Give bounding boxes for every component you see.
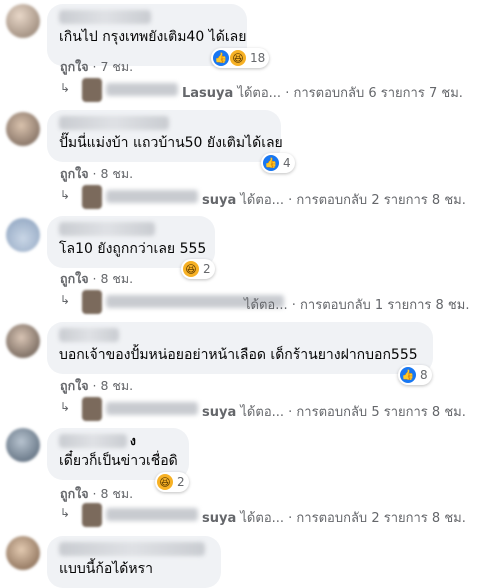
reply-verb: ได้ตอ...	[240, 511, 285, 526]
reply-avatar	[82, 185, 102, 209]
like-button[interactable]: ถูกใจ	[60, 378, 89, 393]
comment-author-fragment: ง	[130, 433, 136, 448]
comment-text: เกินไป กรุงเทพยังเติม40 ได้เลย	[59, 29, 247, 45]
like-icon: 👍	[213, 50, 229, 66]
comment-time[interactable]: 8 ชม.	[101, 271, 134, 286]
reply-avatar	[82, 503, 102, 527]
haha-icon: 😆	[157, 474, 173, 490]
reaction-summary[interactable]: 😆 2	[181, 259, 215, 279]
reply-author-fragment: Lasuya	[182, 86, 234, 101]
reply-time: 8 ชม.	[431, 193, 466, 208]
comment-author-name[interactable]	[59, 328, 119, 342]
reply-verb: ได้ตอ...	[244, 298, 288, 313]
comment-actions: ถูกใจ · 8 ชม.	[60, 166, 134, 181]
like-button[interactable]: ถูกใจ	[60, 59, 89, 74]
comment-bubble: ปั๊มนี่แม่งบ้า แถวบ้าน50 ยังเติมได้เลย	[47, 110, 283, 162]
comment-actions: ถูกใจ · 7 ชม.	[60, 59, 134, 74]
reply-author-name	[106, 190, 198, 203]
reaction-summary[interactable]: 😆 2	[155, 472, 189, 492]
reply-avatar	[82, 290, 102, 314]
reaction-count: 4	[283, 156, 291, 170]
reply-time: 7 ชม.	[428, 86, 463, 101]
reply-arrow-icon: ↳	[60, 506, 71, 520]
comment-text: โล10 ยังถูกกว่าเลย 555	[59, 241, 207, 257]
comment-text: เดี๋ยวก็เป็นข่าวเชื่อดิ	[59, 453, 178, 469]
replies-link[interactable]: ↳ suya ได้ตอ... · การตอบกลับ 5 รายการ 8 …	[60, 397, 487, 421]
like-button[interactable]: ถูกใจ	[60, 271, 89, 286]
reaction-summary[interactable]: 👍 8	[398, 365, 432, 385]
like-button[interactable]: ถูกใจ	[60, 166, 89, 181]
reply-verb: ได้ตอ...	[237, 86, 282, 101]
reply-arrow-icon: ↳	[60, 188, 71, 202]
reply-verb: ได้ตอ...	[240, 193, 285, 208]
comment-text: ปั๊มนี่แม่งบ้า แถวบ้าน50 ยังเติมได้เลย	[59, 135, 283, 151]
comment-time[interactable]: 8 ชม.	[101, 166, 134, 181]
comment-author-name[interactable]	[59, 10, 151, 24]
comment-time[interactable]: 8 ชม.	[101, 378, 134, 393]
reply-summary: · การตอบกลับ 5 รายการ	[288, 405, 428, 420]
comment-author-name[interactable]	[59, 116, 169, 130]
comment-actions: ถูกใจ · 8 ชม.	[60, 271, 134, 286]
avatar[interactable]	[6, 324, 40, 358]
comment-actions: ถูกใจ · 8 ชม.	[60, 486, 134, 501]
reaction-count: 2	[177, 475, 185, 489]
comment-actions: ถูกใจ · 8 ชม.	[60, 378, 134, 393]
reaction-summary[interactable]: 👍 😆 18	[211, 48, 270, 68]
reply-author-name	[106, 83, 178, 96]
reply-author-name	[106, 402, 198, 415]
reply-author-fragment: suya	[202, 193, 237, 208]
haha-icon: 😆	[183, 261, 199, 277]
reply-summary: · การตอบกลับ 1 รายการ	[291, 298, 432, 313]
reply-summary: · การตอบกลับ 2 รายการ	[288, 511, 428, 526]
reaction-count: 8	[420, 368, 428, 382]
like-button[interactable]: ถูกใจ	[60, 486, 89, 501]
replies-link[interactable]: ↳ suya ได้ตอ... · การตอบกลับ 2 รายการ 8 …	[60, 185, 487, 209]
haha-icon: 😆	[230, 50, 246, 66]
like-icon: 👍	[400, 367, 416, 383]
avatar[interactable]	[6, 4, 40, 38]
reply-time: 8 ชม.	[431, 511, 466, 526]
reply-author-name	[106, 508, 198, 521]
comment-text: แบบนี้ก้อได้หรา	[59, 561, 153, 577]
reaction-summary[interactable]: 👍 4	[261, 153, 295, 173]
reply-avatar	[82, 78, 102, 102]
avatar[interactable]	[6, 428, 40, 462]
replies-link[interactable]: ↳ ได้ตอ... · การตอบกลับ 1 รายการ 8 ชม.	[60, 290, 487, 314]
reply-author-fragment: suya	[202, 405, 237, 420]
reply-time: 8 ชม.	[435, 298, 470, 313]
like-icon: 👍	[263, 155, 279, 171]
comment-author-name[interactable]	[59, 222, 155, 236]
avatar[interactable]	[6, 218, 40, 252]
reaction-count: 18	[250, 51, 266, 65]
reply-author-fragment: suya	[202, 511, 237, 526]
reply-summary: · การตอบกลับ 2 รายการ	[288, 193, 428, 208]
comment-author-name[interactable]	[59, 434, 127, 448]
replies-link[interactable]: ↳ Lasuya ได้ตอ... · การตอบกลับ 6 รายการ …	[60, 78, 487, 102]
reaction-count: 2	[203, 262, 211, 276]
reply-arrow-icon: ↳	[60, 293, 71, 307]
comment-time[interactable]: 7 ชม.	[101, 59, 134, 74]
reply-avatar	[82, 397, 102, 421]
reply-verb: ได้ตอ...	[240, 405, 285, 420]
reply-arrow-icon: ↳	[60, 400, 71, 414]
replies-link[interactable]: ↳ suya ได้ตอ... · การตอบกลับ 2 รายการ 8 …	[60, 503, 487, 527]
comment-time[interactable]: 8 ชม.	[101, 486, 134, 501]
reply-summary: · การตอบกลับ 6 รายการ	[285, 86, 425, 101]
reply-arrow-icon: ↳	[60, 81, 71, 95]
comment-text: บอกเจ้าของปั้มหน่อยอย่าหน้าเลือด เด็กร้า…	[59, 347, 418, 363]
avatar[interactable]	[6, 536, 40, 570]
comment-bubble: บอกเจ้าของปั้มหน่อยอย่าหน้าเลือด เด็กร้า…	[47, 322, 433, 374]
avatar[interactable]	[6, 112, 40, 146]
reply-time: 8 ชม.	[431, 405, 466, 420]
comment-bubble: แบบนี้ก้อได้หรา	[47, 536, 221, 588]
comment-author-name[interactable]	[59, 542, 205, 556]
